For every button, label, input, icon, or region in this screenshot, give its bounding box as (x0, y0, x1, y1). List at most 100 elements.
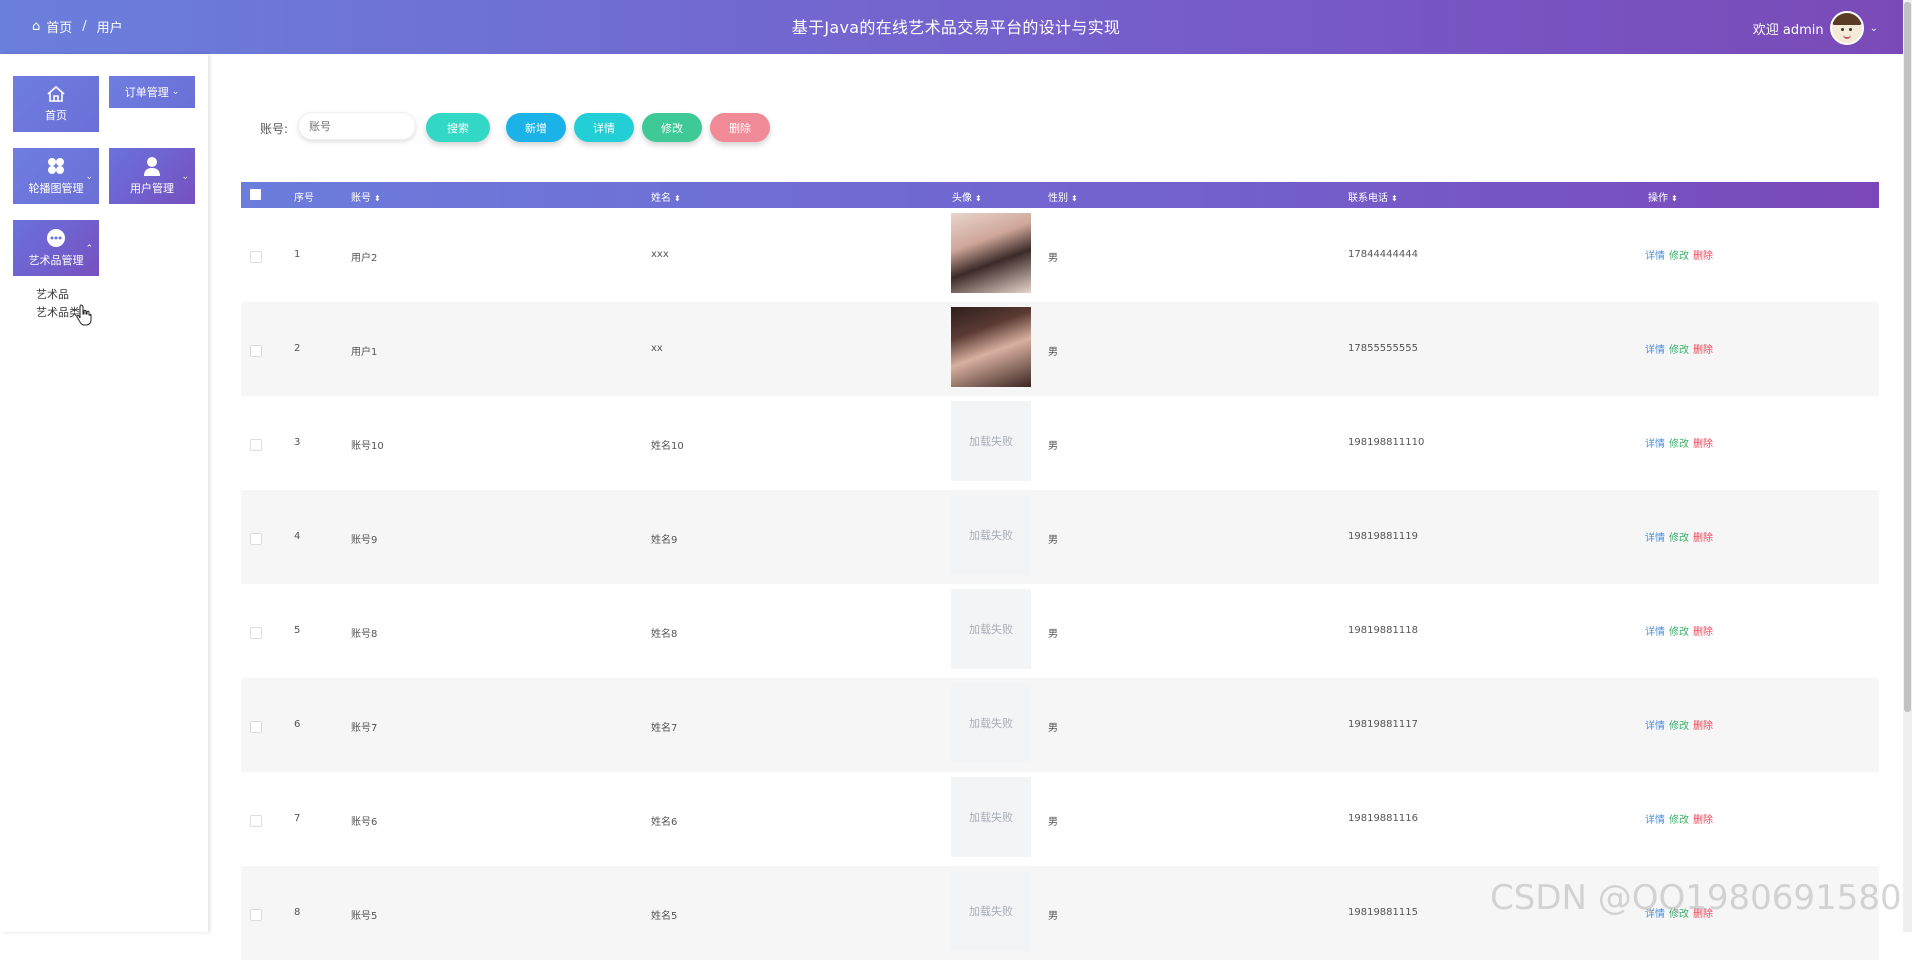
cell-index: 3 (294, 437, 301, 448)
cell-avatar[interactable]: 加载失败 (951, 401, 1031, 481)
cell-name: xx (651, 343, 663, 354)
row-detail-link[interactable]: 详情 (1645, 341, 1665, 356)
table-row[interactable]: 3 账号10 姓名10 加载失败男 198198811110 详情 修改 删除 (241, 396, 1879, 490)
row-delete-link[interactable]: 删除 (1693, 529, 1713, 544)
chevron-down-icon[interactable]: ⌄ (1870, 23, 1878, 34)
row-detail-link[interactable]: 详情 (1645, 811, 1665, 826)
sidebar-item-carousel[interactable]: 轮播图管理 ⌄ (13, 148, 99, 204)
row-detail-link[interactable]: 详情 (1645, 717, 1665, 732)
row-delete-link[interactable]: 删除 (1693, 341, 1713, 356)
row-edit-link[interactable]: 修改 (1669, 811, 1689, 826)
account-search-input[interactable] (298, 112, 416, 140)
sidebar: 首页 订单管理 ⌄ 轮播图管理 ⌄ 用户管理 ⌄ 艺术品管理 ⌃ 艺术品 艺术品… (0, 54, 208, 932)
table-row[interactable]: 1 用户2 xxx 男 17844444444 详情 修改 删除 (241, 208, 1879, 302)
row-delete-link[interactable]: 删除 (1693, 247, 1713, 262)
cell-phone: 17844444444 (1348, 249, 1418, 260)
chevron-up-icon: ⌃ (85, 244, 93, 254)
table-row[interactable]: 4 账号9 姓名9 加载失败男 19819881119 详情 修改 删除 (241, 490, 1879, 584)
row-actions: 详情 修改 删除 (1645, 623, 1713, 638)
row-actions: 详情 修改 删除 (1645, 529, 1713, 544)
row-edit-link[interactable]: 修改 (1669, 435, 1689, 450)
sort-icon[interactable]: ⬍ (1071, 194, 1078, 203)
more-icon (47, 229, 65, 247)
cell-avatar[interactable]: 加载失败 (951, 589, 1031, 669)
column-header-phone[interactable]: 联系电话 ⬍ (1348, 189, 1398, 204)
cell-avatar[interactable]: 加载失败 (951, 777, 1031, 857)
sort-icon[interactable]: ⬍ (374, 194, 381, 203)
table-row[interactable]: 2 用户1 xx 男 17855555555 详情 修改 删除 (241, 302, 1879, 396)
sidebar-item-label: 订单管理 (124, 86, 169, 99)
sort-icon[interactable]: ⬍ (1391, 194, 1398, 203)
cell-index: 5 (294, 625, 301, 636)
top-header: ⌂ 首页 / 用户 基于Java的在线艺术品交易平台的设计与实现 欢迎 admi… (0, 0, 1912, 54)
row-checkbox[interactable] (250, 721, 262, 733)
edit-button[interactable]: 修改 (642, 113, 702, 142)
row-detail-link[interactable]: 详情 (1645, 435, 1665, 450)
row-checkbox[interactable] (250, 251, 262, 263)
row-edit-link[interactable]: 修改 (1669, 623, 1689, 638)
cell-avatar[interactable]: 加载失败 (951, 495, 1031, 575)
submenu-item-artwork-category[interactable]: 艺术品类 (36, 304, 80, 320)
cell-index: 7 (294, 813, 301, 824)
cell-avatar[interactable] (951, 213, 1031, 293)
row-actions: 详情 修改 删除 (1645, 341, 1713, 356)
detail-button[interactable]: 详情 (574, 113, 634, 142)
cell-avatar[interactable]: 加载失败 (951, 683, 1031, 763)
table-row[interactable]: 5 账号8 姓名8 加载失败男 19819881118 详情 修改 删除 (241, 584, 1879, 678)
table-row[interactable]: 7 账号6 姓名6 加载失败男 19819881116 详情 修改 删除 (241, 772, 1879, 866)
sidebar-item-home[interactable]: 首页 (13, 76, 99, 132)
row-delete-link[interactable]: 删除 (1693, 435, 1713, 450)
add-button[interactable]: 新增 (506, 113, 566, 142)
column-header-name[interactable]: 姓名 ⬍ (651, 189, 681, 204)
cell-account: 账号9 (351, 535, 378, 546)
cell-gender: 男 (1048, 535, 1058, 546)
sort-icon[interactable]: ⬍ (1671, 194, 1678, 203)
scrollbar-thumb[interactable] (1904, 2, 1911, 712)
row-checkbox[interactable] (250, 439, 262, 451)
sort-icon[interactable]: ⬍ (674, 194, 681, 203)
cell-index: 4 (294, 531, 301, 542)
account-label: 账号: (260, 122, 289, 136)
delete-button[interactable]: 删除 (710, 113, 770, 142)
select-all-checkbox[interactable] (250, 189, 261, 200)
row-checkbox[interactable] (250, 909, 262, 921)
row-detail-link[interactable]: 详情 (1645, 529, 1665, 544)
cell-phone: 19819881117 (1348, 719, 1418, 730)
column-header-index: 序号 (294, 193, 314, 204)
row-edit-link[interactable]: 修改 (1669, 341, 1689, 356)
user-menu[interactable]: 欢迎 admin ⌄ (1753, 11, 1878, 45)
cell-avatar[interactable] (951, 307, 1031, 387)
row-edit-link[interactable]: 修改 (1669, 717, 1689, 732)
row-delete-link[interactable]: 删除 (1693, 717, 1713, 732)
row-checkbox[interactable] (250, 627, 262, 639)
row-edit-link[interactable]: 修改 (1669, 529, 1689, 544)
column-header-avatar[interactable]: 头像 ⬍ (952, 189, 982, 204)
row-delete-link[interactable]: 删除 (1693, 811, 1713, 826)
submenu-item-artwork[interactable]: 艺术品 (36, 286, 69, 302)
table-row[interactable]: 6 账号7 姓名7 加载失败男 19819881117 详情 修改 删除 (241, 678, 1879, 772)
sidebar-item-orders[interactable]: 订单管理 ⌄ (109, 76, 195, 108)
row-checkbox[interactable] (250, 533, 262, 545)
row-edit-link[interactable]: 修改 (1669, 247, 1689, 262)
sidebar-item-artworks[interactable]: 艺术品管理 ⌃ (13, 220, 99, 276)
cell-account: 账号8 (351, 629, 378, 640)
row-delete-link[interactable]: 删除 (1693, 623, 1713, 638)
cell-account: 账号10 (351, 441, 384, 452)
watermark: CSDN @QQ1980691580 (1490, 878, 1902, 918)
cell-index: 1 (294, 249, 301, 260)
row-checkbox[interactable] (250, 815, 262, 827)
search-button[interactable]: 搜索 (426, 113, 490, 142)
row-checkbox[interactable] (250, 345, 262, 357)
row-detail-link[interactable]: 详情 (1645, 623, 1665, 638)
welcome-text: 欢迎 admin (1752, 22, 1824, 38)
vertical-scrollbar[interactable] (1903, 0, 1912, 932)
column-header-account[interactable]: 账号 ⬍ (351, 189, 381, 204)
column-header-actions[interactable]: 操作 ⬍ (1648, 189, 1678, 204)
user-avatar[interactable] (1829, 11, 1864, 45)
sort-icon[interactable]: ⬍ (975, 194, 982, 203)
cell-avatar[interactable]: 加载失败 (951, 871, 1031, 951)
cell-account: 用户2 (351, 253, 378, 264)
row-detail-link[interactable]: 详情 (1645, 247, 1665, 262)
sidebar-item-users[interactable]: 用户管理 ⌄ (109, 148, 195, 204)
column-header-gender[interactable]: 性别 ⬍ (1048, 189, 1078, 204)
